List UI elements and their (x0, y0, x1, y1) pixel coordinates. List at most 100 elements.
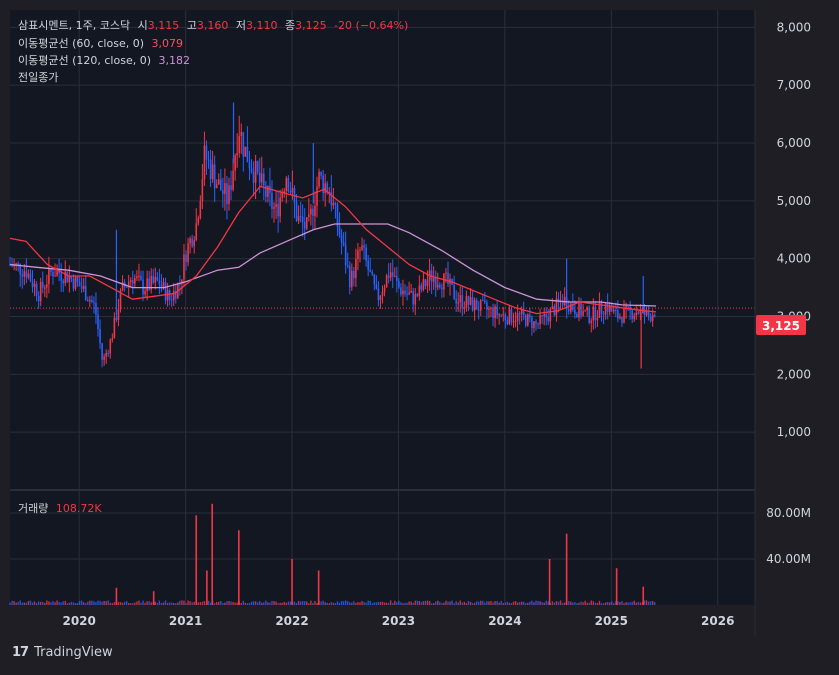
volume-bar (322, 600, 324, 605)
volume-bar (629, 602, 631, 605)
volume-bar (242, 600, 245, 605)
volume-bar (31, 602, 34, 605)
volume-bar (119, 602, 122, 605)
volume-bar (484, 602, 486, 605)
candle-body (308, 214, 310, 218)
ma120-legend[interactable]: 이동평균선 (120, close, 0) 3,182 (18, 54, 194, 68)
volume-bar (326, 602, 328, 605)
volume-bar (226, 601, 228, 605)
volume-bar (373, 602, 376, 605)
volume-bar (324, 602, 326, 605)
candle-body (529, 314, 531, 318)
candle-body (492, 307, 494, 319)
candle-body (203, 145, 206, 180)
candle-body (43, 287, 46, 289)
volume-bar (498, 602, 500, 605)
candle-body (524, 314, 527, 326)
candle-body (277, 204, 279, 217)
volume-bar (189, 601, 191, 605)
volume-bar (627, 602, 629, 605)
volume-bar (162, 602, 165, 605)
volume-bar (191, 602, 193, 605)
ma120-label[interactable]: 이동평균선 (120, close, 0) (18, 54, 151, 67)
volume-bar (439, 601, 441, 605)
candle-body (33, 283, 36, 287)
candle-body (107, 352, 110, 354)
volume-bar (306, 601, 308, 605)
candle-body (228, 185, 230, 205)
volume-bar (9, 602, 11, 605)
tradingview-brand[interactable]: 17 TradingView (12, 645, 113, 660)
candle-body (60, 273, 62, 281)
volume-bar (578, 602, 580, 605)
volume-bar (347, 601, 349, 605)
volume-bar (592, 601, 595, 605)
candle-body (447, 272, 449, 284)
candle-body (291, 187, 294, 193)
chart-svg[interactable]: 8,0007,0006,0005,0004,0003,0002,0001,000… (0, 0, 839, 671)
candle-body (318, 171, 320, 187)
symbol-legend[interactable]: 삼표시멘트, 1주, 코스닥 시3,115 고3,160 저3,110 종3,1… (18, 19, 412, 33)
volume-bar (496, 600, 498, 605)
low-value: 3,110 (245, 19, 278, 32)
candle-body (39, 281, 42, 302)
volume-bar (471, 603, 474, 605)
volume-label[interactable]: 거래량 (18, 502, 48, 515)
candle-body (365, 247, 367, 261)
candle-body (258, 172, 261, 183)
candle-body (46, 284, 48, 288)
candle-body (78, 281, 81, 287)
volume-bar (645, 600, 648, 605)
candle-body (443, 273, 445, 290)
volume-bar (602, 603, 605, 605)
candle-body (653, 314, 656, 317)
volume-bar (349, 602, 351, 605)
ma60-label[interactable]: 이동평균선 (60, close, 0) (18, 37, 144, 50)
volume-bar (193, 601, 195, 605)
candle-body (377, 288, 380, 301)
candle-body (211, 164, 214, 180)
candle-body (467, 295, 470, 305)
volume-bar (459, 600, 461, 605)
volume-bar (275, 601, 277, 605)
candle-body (502, 314, 505, 316)
candle-body (416, 293, 419, 297)
volume-bar (623, 603, 625, 605)
volume-legend[interactable]: 거래량 108.72K (18, 502, 106, 516)
volume-bar (179, 600, 181, 605)
candle-body (615, 310, 617, 312)
volume-bar (475, 601, 478, 605)
ma60-legend[interactable]: 이동평균선 (60, close, 0) 3,079 (18, 37, 187, 51)
volume-bar (261, 602, 263, 605)
candle-body (252, 172, 255, 183)
candle-body (412, 291, 415, 305)
volume-bar (281, 602, 283, 605)
candle-body (359, 249, 361, 251)
volume-bar (113, 602, 116, 605)
volume-bar (101, 601, 103, 605)
volume-bar (256, 602, 259, 605)
time-tick-label: 2023 (382, 614, 415, 628)
last-price-badge-text: 3,125 (762, 319, 800, 333)
volume-bar (455, 601, 457, 605)
prev-close-label[interactable]: 전일종가 (18, 71, 58, 84)
volume-bar (398, 600, 400, 605)
volume-spike (195, 515, 198, 605)
volume-value: 108.72K (55, 502, 102, 515)
candle-body (432, 277, 435, 282)
volume-bar (240, 603, 242, 605)
volume-bar (164, 600, 167, 605)
candle-body (391, 272, 394, 277)
candle-body (86, 300, 89, 302)
volume-bar (359, 602, 361, 605)
candle-body (537, 323, 539, 325)
candle-body (162, 282, 165, 287)
candle-body (402, 290, 404, 295)
candle-body (576, 313, 578, 318)
candle-body (224, 183, 226, 195)
symbol-name[interactable]: 삼표시멘트, 1주, 코스닥 (18, 19, 130, 32)
candle-body (414, 293, 417, 305)
volume-bar (586, 602, 588, 605)
candle-body (643, 308, 646, 316)
prev-close-legend[interactable]: 전일종가 (18, 71, 62, 85)
